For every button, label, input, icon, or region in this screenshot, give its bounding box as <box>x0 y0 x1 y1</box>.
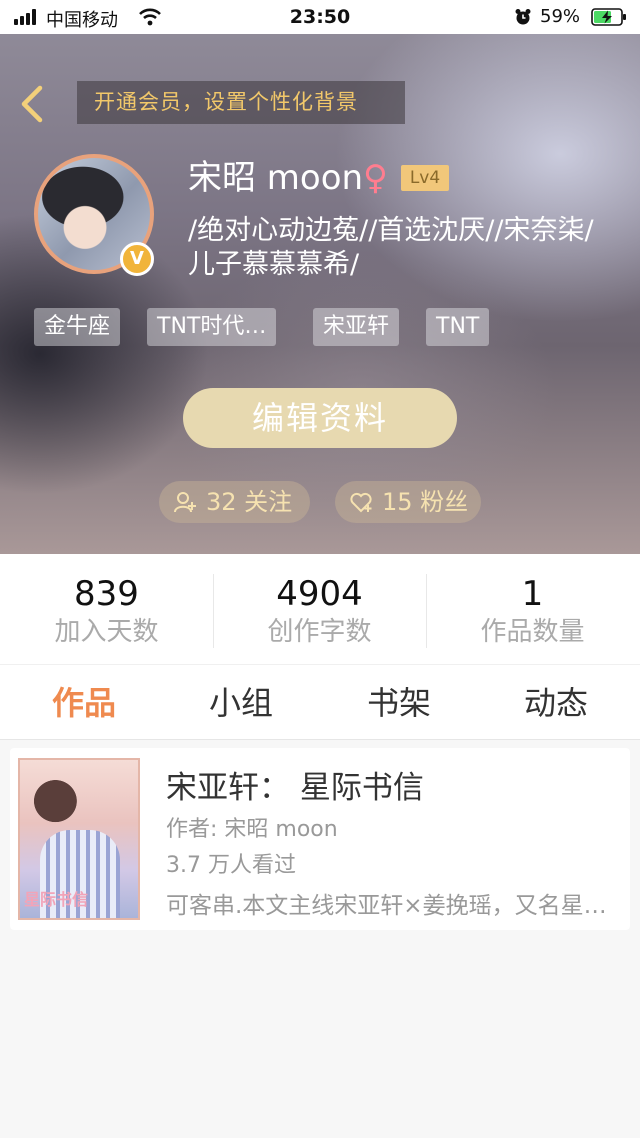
female-gender-icon: ♀ <box>363 158 388 198</box>
battery-percent: 59% <box>540 6 581 27</box>
work-card[interactable]: 星际书信 宋亚轩： 星际书信 作者: 宋昭 moon 3.7 万人看过 可客串.… <box>10 748 630 930</box>
stat-works-count: 1 作品数量 <box>426 554 639 664</box>
battery-charging-icon <box>591 8 626 26</box>
tag-band[interactable]: TNT <box>426 308 490 346</box>
tag-zodiac[interactable]: 金牛座 <box>34 308 121 346</box>
edit-profile-button[interactable]: 编辑资料 <box>183 388 457 448</box>
tab-groups[interactable]: 小组 <box>209 665 273 741</box>
book-cover-image[interactable]: 星际书信 <box>18 758 140 920</box>
followers-button[interactable]: 15 粉丝 <box>335 481 481 523</box>
tag-group[interactable]: TNT时代… <box>147 308 277 346</box>
back-arrow-icon[interactable] <box>14 82 50 126</box>
profile-tabs: 作品 小组 书架 动态 <box>0 664 640 740</box>
tab-works[interactable]: 作品 <box>52 665 116 741</box>
alarm-icon <box>515 9 531 25</box>
following-button[interactable]: 32 关注 <box>159 481 310 523</box>
profile-header: 开通会员，设置个性化背景 V 宋昭 moon ♀ Lv4 /绝对心动边菟//首选… <box>0 34 640 554</box>
tag-idol[interactable]: 宋亚轩 <box>313 308 400 346</box>
work-view-count: 3.7 万人看过 <box>166 853 296 878</box>
stat-label: 作品数量 <box>480 617 585 647</box>
tab-activity[interactable]: 动态 <box>524 665 588 741</box>
status-bar: 中国移动 23:50 59% <box>0 0 640 34</box>
following-count: 32 关注 <box>206 488 293 516</box>
stat-value: 4904 <box>276 574 363 614</box>
followers-count: 15 粉丝 <box>382 488 469 516</box>
stat-label: 创作字数 <box>267 617 372 647</box>
level-badge: Lv4 <box>401 165 449 191</box>
vip-background-banner[interactable]: 开通会员，设置个性化背景 <box>77 81 405 124</box>
verified-icon: V <box>120 242 154 276</box>
work-title[interactable]: 宋亚轩： 星际书信 <box>166 770 424 806</box>
stat-label: 加入天数 <box>54 617 159 647</box>
stat-value: 1 <box>521 574 544 614</box>
heart-plus-icon <box>350 492 372 513</box>
work-description: 可客串.本文主线宋亚轩×姜挽瑶，又名星际书信 <box>166 893 616 919</box>
username: 宋昭 moon <box>188 158 364 198</box>
stat-join-days: 839 加入天数 <box>0 554 213 664</box>
tab-bookshelf[interactable]: 书架 <box>367 665 431 741</box>
stat-value: 839 <box>74 574 139 614</box>
work-author: 作者: 宋昭 moon <box>166 817 338 842</box>
stat-word-count: 4904 创作字数 <box>213 554 426 664</box>
profile-signature: /绝对心动边菟//首选沈厌//宋奈柒/儿子慕慕慕希/ <box>188 215 594 280</box>
profile-stats: 839 加入天数 4904 创作字数 1 作品数量 <box>0 554 640 664</box>
user-add-icon <box>174 492 196 513</box>
profile-page: 中国移动 23:50 59% 开通会员，设置个性化背景 V 宋昭 moon ♀ … <box>0 0 640 1138</box>
